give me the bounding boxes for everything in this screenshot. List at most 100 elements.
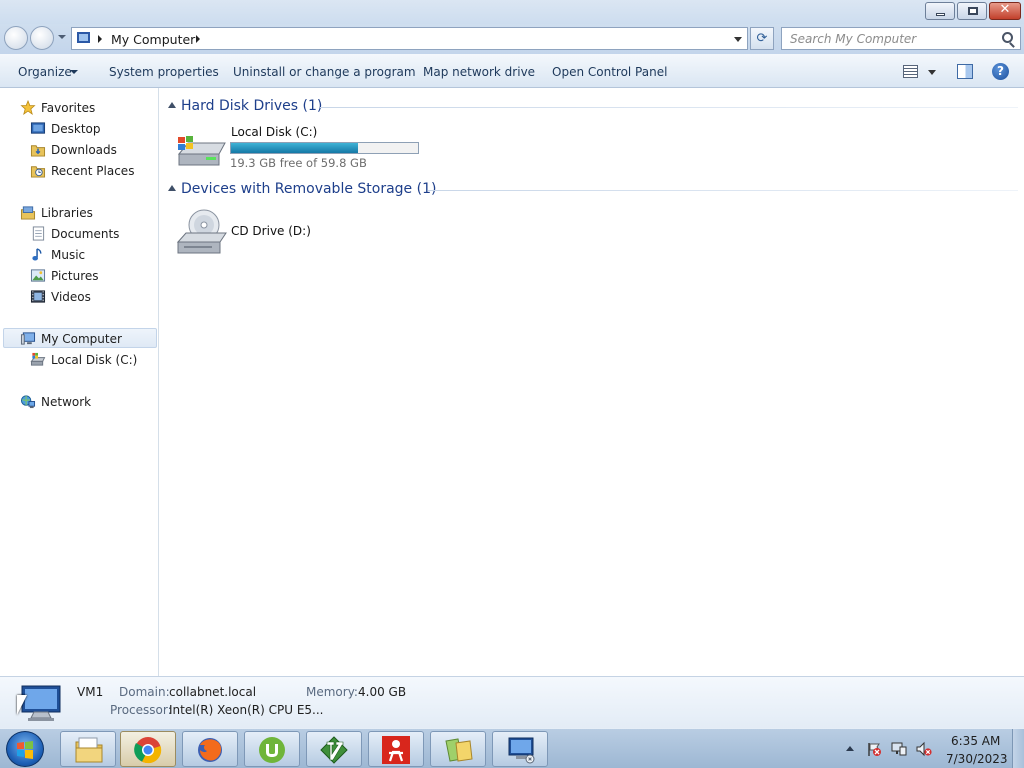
group-divider xyxy=(320,107,1018,108)
network-icon xyxy=(20,395,36,409)
folders-icon xyxy=(445,738,473,762)
organize-button[interactable]: Organize xyxy=(18,65,72,79)
mouse-cursor-icon xyxy=(17,695,27,715)
videos-icon xyxy=(30,290,46,303)
capacity-bar xyxy=(230,142,419,154)
breadcrumb-arrow-icon[interactable] xyxy=(98,35,102,43)
drive-tile-cd-drive-d[interactable]: CD Drive (D:) xyxy=(176,206,336,258)
sidebar-item-label: Network xyxy=(41,395,92,409)
drive-name: CD Drive (D:) xyxy=(231,224,311,238)
command-bar: Organize System properties Uninstall or … xyxy=(0,54,1024,88)
sidebar-item-label: Videos xyxy=(51,290,91,304)
local-disk-icon xyxy=(30,352,46,366)
taskbar-app-red[interactable] xyxy=(368,731,424,767)
sidebar-item-label: Desktop xyxy=(51,122,101,136)
more-view-options-icon[interactable] xyxy=(928,70,936,75)
close-button[interactable]: ✕ xyxy=(989,2,1021,20)
navigation-bar: My Computer ⟳ Search My Computer xyxy=(0,24,1024,54)
volume-muted-icon[interactable] xyxy=(916,741,932,757)
search-input[interactable]: Search My Computer xyxy=(781,27,1021,50)
change-view-icon[interactable] xyxy=(903,65,918,78)
restore-icon xyxy=(968,7,978,15)
cd-drive-icon xyxy=(176,209,227,254)
open-control-panel-button[interactable]: Open Control Panel xyxy=(552,65,667,79)
show-desktop-button[interactable] xyxy=(1012,729,1024,768)
minimize-icon xyxy=(936,13,945,16)
address-bar[interactable]: My Computer xyxy=(71,27,748,50)
group-title-removable-storage[interactable]: Devices with Removable Storage (1) xyxy=(181,181,436,197)
chevron-down-icon xyxy=(70,70,78,74)
my-computer-icon xyxy=(508,737,535,764)
map-network-drive-button[interactable]: Map network drive xyxy=(423,65,535,79)
content-area: Hard Disk Drives (1) Local Disk (C:) 19.… xyxy=(160,88,1024,676)
taskbar-firefox[interactable] xyxy=(182,731,238,767)
file-explorer-icon xyxy=(75,737,103,763)
group-title-hard-disk-drives[interactable]: Hard Disk Drives (1) xyxy=(181,98,322,114)
address-history-dropdown-icon[interactable] xyxy=(734,37,742,42)
uninstall-program-button[interactable]: Uninstall or change a program xyxy=(233,65,416,79)
downloads-folder-icon xyxy=(30,145,46,157)
libraries-icon xyxy=(20,206,36,220)
taskbar: 6:35 AM 7/30/2023 xyxy=(0,728,1024,768)
network-status-icon[interactable] xyxy=(891,741,907,757)
sidebar-item-label: Favorites xyxy=(41,101,96,115)
help-icon[interactable]: ? xyxy=(992,63,1009,80)
sidebar-item-label: Libraries xyxy=(41,206,93,220)
sidebar-item-label: Music xyxy=(51,248,86,262)
drive-name: Local Disk (C:) xyxy=(231,125,318,139)
clock-time[interactable]: 6:35 AM xyxy=(951,734,1000,748)
domain-value: collabnet.local xyxy=(169,685,257,699)
taskbar-vim[interactable] xyxy=(306,731,362,767)
forward-button[interactable] xyxy=(30,26,54,50)
sidebar-item-label: Pictures xyxy=(51,269,99,283)
sidebar-item-label: Local Disk (C:) xyxy=(51,353,138,367)
recent-pages-dropdown-icon[interactable] xyxy=(58,35,66,39)
app-red-icon xyxy=(382,736,410,764)
start-button[interactable] xyxy=(6,731,44,767)
utorrent-icon xyxy=(259,737,285,763)
sidebar-item-label: My Computer xyxy=(41,332,122,346)
memory-label: Memory: xyxy=(306,685,358,699)
pictures-icon xyxy=(30,269,46,282)
recent-places-icon xyxy=(30,166,46,178)
vim-icon xyxy=(320,736,348,764)
domain-label: Domain: xyxy=(119,685,170,699)
window-title-bar: ✕ xyxy=(0,0,1024,24)
sidebar-item-label: Recent Places xyxy=(51,164,135,178)
taskbar-chrome[interactable] xyxy=(120,731,176,767)
collapse-group-icon[interactable] xyxy=(168,102,176,108)
sidebar-item-label: Documents xyxy=(51,227,120,241)
hard-drive-icon xyxy=(177,136,226,166)
search-icon[interactable] xyxy=(1002,32,1013,43)
clock-date[interactable]: 7/30/2023 xyxy=(946,752,1008,766)
minimize-button[interactable] xyxy=(925,2,955,20)
breadcrumb-arrow-icon[interactable] xyxy=(196,35,200,43)
navigation-pane: Favorites Desktop Downloads Recent Place… xyxy=(0,88,159,676)
preview-pane-icon[interactable] xyxy=(957,64,973,79)
processor-label: Processor: xyxy=(110,703,172,717)
memory-value: 4.00 GB xyxy=(358,685,407,699)
action-center-flag-icon[interactable] xyxy=(866,741,882,757)
breadcrumb-my-computer[interactable]: My Computer xyxy=(111,32,195,47)
music-icon xyxy=(32,248,42,261)
taskbar-folders[interactable] xyxy=(430,731,486,767)
taskbar-my-computer[interactable] xyxy=(492,731,548,767)
computer-icon xyxy=(20,332,36,345)
taskbar-utorrent[interactable] xyxy=(244,731,300,767)
computer-icon xyxy=(77,32,90,43)
computer-name: VM1 xyxy=(77,685,104,699)
capacity-bar-fill xyxy=(231,143,358,153)
refresh-button[interactable]: ⟳ xyxy=(750,27,774,50)
documents-icon xyxy=(32,226,45,241)
restore-button[interactable] xyxy=(957,2,987,20)
show-hidden-icons-button[interactable] xyxy=(846,746,854,751)
desktop-icon xyxy=(30,122,46,134)
sidebar-item-label: Downloads xyxy=(51,143,117,157)
chrome-icon xyxy=(134,737,162,764)
back-button[interactable] xyxy=(4,26,28,50)
system-properties-button[interactable]: System properties xyxy=(109,65,219,79)
taskbar-file-explorer[interactable] xyxy=(60,731,116,767)
processor-value: Intel(R) Xeon(R) CPU E5... xyxy=(169,703,324,717)
collapse-group-icon[interactable] xyxy=(168,185,176,191)
star-icon xyxy=(20,100,36,115)
